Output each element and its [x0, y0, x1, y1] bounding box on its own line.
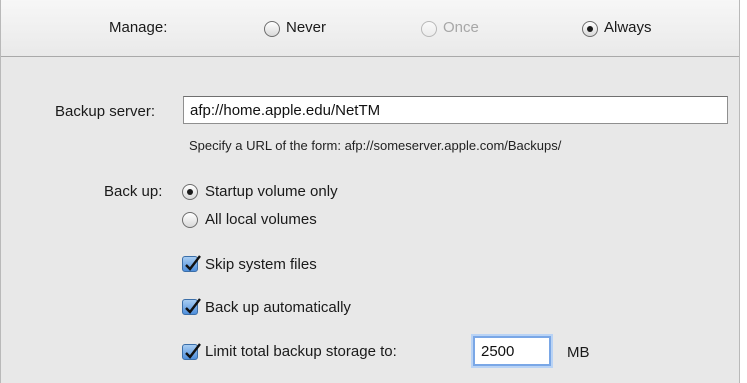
- manage-label: Manage:: [109, 19, 168, 36]
- preferences-panel: Manage: Never Once Always Backup server:…: [0, 0, 740, 383]
- startup-volume-label[interactable]: Startup volume only: [205, 183, 338, 200]
- storage-unit-label: MB: [567, 344, 590, 361]
- storage-limit-input[interactable]: [473, 336, 551, 366]
- limit-storage-label[interactable]: Limit total backup storage to:: [205, 343, 397, 360]
- skip-system-files-checkbox[interactable]: [182, 255, 201, 272]
- manage-always-radio[interactable]: [582, 21, 598, 37]
- manage-bar: Manage: Never Once Always: [1, 0, 739, 57]
- manage-once-label: Once: [443, 19, 479, 36]
- backup-server-hint: Specify a URL of the form: afp://someser…: [189, 138, 562, 153]
- checkmark-icon: [185, 343, 201, 359]
- back-up-automatically-checkbox[interactable]: [182, 298, 201, 315]
- manage-always-label[interactable]: Always: [604, 19, 652, 36]
- checkmark-icon: [185, 298, 201, 314]
- back-up-label: Back up:: [104, 183, 163, 200]
- backup-server-input[interactable]: [183, 96, 728, 124]
- manage-once-radio: [421, 21, 437, 37]
- manage-never-label[interactable]: Never: [286, 19, 326, 36]
- limit-storage-checkbox[interactable]: [182, 343, 201, 360]
- manage-never-radio[interactable]: [264, 21, 280, 37]
- all-local-volumes-radio[interactable]: [182, 212, 198, 228]
- backup-server-label: Backup server:: [55, 103, 156, 120]
- back-up-automatically-label[interactable]: Back up automatically: [205, 299, 351, 316]
- checkmark-icon: [185, 255, 201, 271]
- startup-volume-radio[interactable]: [182, 184, 198, 200]
- skip-system-files-label[interactable]: Skip system files: [205, 256, 317, 273]
- all-local-volumes-label[interactable]: All local volumes: [205, 211, 317, 228]
